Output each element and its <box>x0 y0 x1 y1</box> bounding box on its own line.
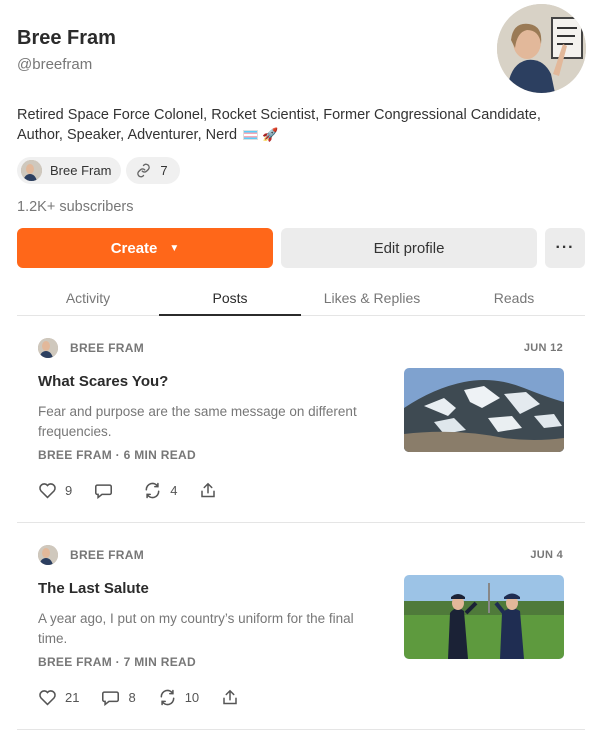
post-actions: 9 4 <box>38 482 247 499</box>
comment-icon <box>95 484 113 499</box>
post-author[interactable]: BREE FRAM <box>70 548 144 562</box>
profile-chips: Bree Fram 7 <box>17 157 180 184</box>
post-thumbnail[interactable] <box>404 575 564 659</box>
like-count: 9 <box>65 483 73 498</box>
comment-count: 8 <box>128 690 136 705</box>
restack-button[interactable]: 4 <box>143 482 177 499</box>
more-icon: ··· <box>555 239 575 256</box>
tab-posts[interactable]: Posts <box>159 282 301 316</box>
trans-flag-icon <box>243 130 259 141</box>
comment-button[interactable]: 8 <box>101 689 136 706</box>
restack-count: 4 <box>170 483 178 498</box>
post-actions: 21 8 10 <box>38 689 269 706</box>
share-icon <box>223 689 237 705</box>
post-card[interactable]: BREE FRAM JUN 12 What Scares You? Fear a… <box>17 316 585 523</box>
post-byline: BREE FRAM · 6 MIN READ <box>38 448 196 462</box>
subscriber-count[interactable]: 1.2K+ subscribers <box>17 199 133 215</box>
post-subtitle: A year ago, I put on my country’s unifor… <box>38 611 354 646</box>
chip-avatar <box>21 160 42 181</box>
bio-text: Retired Space Force Colonel, Rocket Scie… <box>17 107 541 143</box>
restack-icon <box>145 482 160 499</box>
like-count: 21 <box>65 690 80 705</box>
tab-activity[interactable]: Activity <box>17 282 159 315</box>
profile-bio: Retired Space Force Colonel, Rocket Scie… <box>17 105 577 145</box>
restack-count: 10 <box>184 690 200 705</box>
tab-reads[interactable]: Reads <box>443 282 585 315</box>
author-avatar <box>38 338 58 358</box>
profile-handle: @breefram <box>17 56 93 73</box>
post-author-row: BREE FRAM <box>38 545 144 565</box>
share-button[interactable] <box>221 689 247 706</box>
profile-name: Bree Fram <box>17 27 116 49</box>
post-title[interactable]: What Scares You? <box>38 373 168 390</box>
post-card[interactable]: BREE FRAM JUN 4 The Last Salute A year a… <box>17 523 585 730</box>
tab-likes-replies[interactable]: Likes & Replies <box>301 282 443 315</box>
post-subtitle: Fear and purpose are the same message on… <box>38 404 357 439</box>
post-date: JUN 4 <box>530 549 563 561</box>
profile-header: Bree Fram @breefram <box>17 27 116 73</box>
comment-button[interactable] <box>94 482 121 499</box>
more-button[interactable]: ··· <box>545 228 585 268</box>
heart-icon <box>39 690 56 706</box>
create-label: Create <box>110 239 158 257</box>
post-author[interactable]: BREE FRAM <box>70 341 144 355</box>
publication-chip[interactable]: Bree Fram <box>17 157 122 184</box>
profile-avatar[interactable] <box>497 4 586 93</box>
links-chip[interactable]: 7 <box>126 157 180 184</box>
create-button[interactable]: Create ▼ <box>17 228 273 268</box>
restack-button[interactable]: 10 <box>158 689 199 706</box>
post-thumbnail[interactable] <box>404 368 564 452</box>
heart-icon <box>39 483 56 499</box>
restack-icon <box>160 689 175 706</box>
rocket-icon: 🚀 <box>262 127 279 143</box>
post-title[interactable]: The Last Salute <box>38 580 149 597</box>
share-icon <box>201 482 216 498</box>
chip-label: Bree Fram <box>50 163 112 178</box>
caret-down-icon: ▼ <box>169 242 180 254</box>
share-button[interactable] <box>199 482 225 499</box>
link-icon <box>137 163 151 178</box>
links-count: 7 <box>160 163 168 178</box>
post-date: JUN 12 <box>523 342 563 354</box>
like-button[interactable]: 9 <box>38 482 72 499</box>
edit-profile-label: Edit profile <box>373 239 445 257</box>
post-byline: BREE FRAM · 7 MIN READ <box>38 655 196 669</box>
profile-tabs: Activity Posts Likes & Replies Reads <box>17 282 585 316</box>
edit-profile-button[interactable]: Edit profile <box>281 228 537 268</box>
post-author-row: BREE FRAM <box>38 338 144 358</box>
author-avatar <box>38 545 58 565</box>
like-button[interactable]: 21 <box>38 689 79 706</box>
comment-icon <box>102 691 120 706</box>
